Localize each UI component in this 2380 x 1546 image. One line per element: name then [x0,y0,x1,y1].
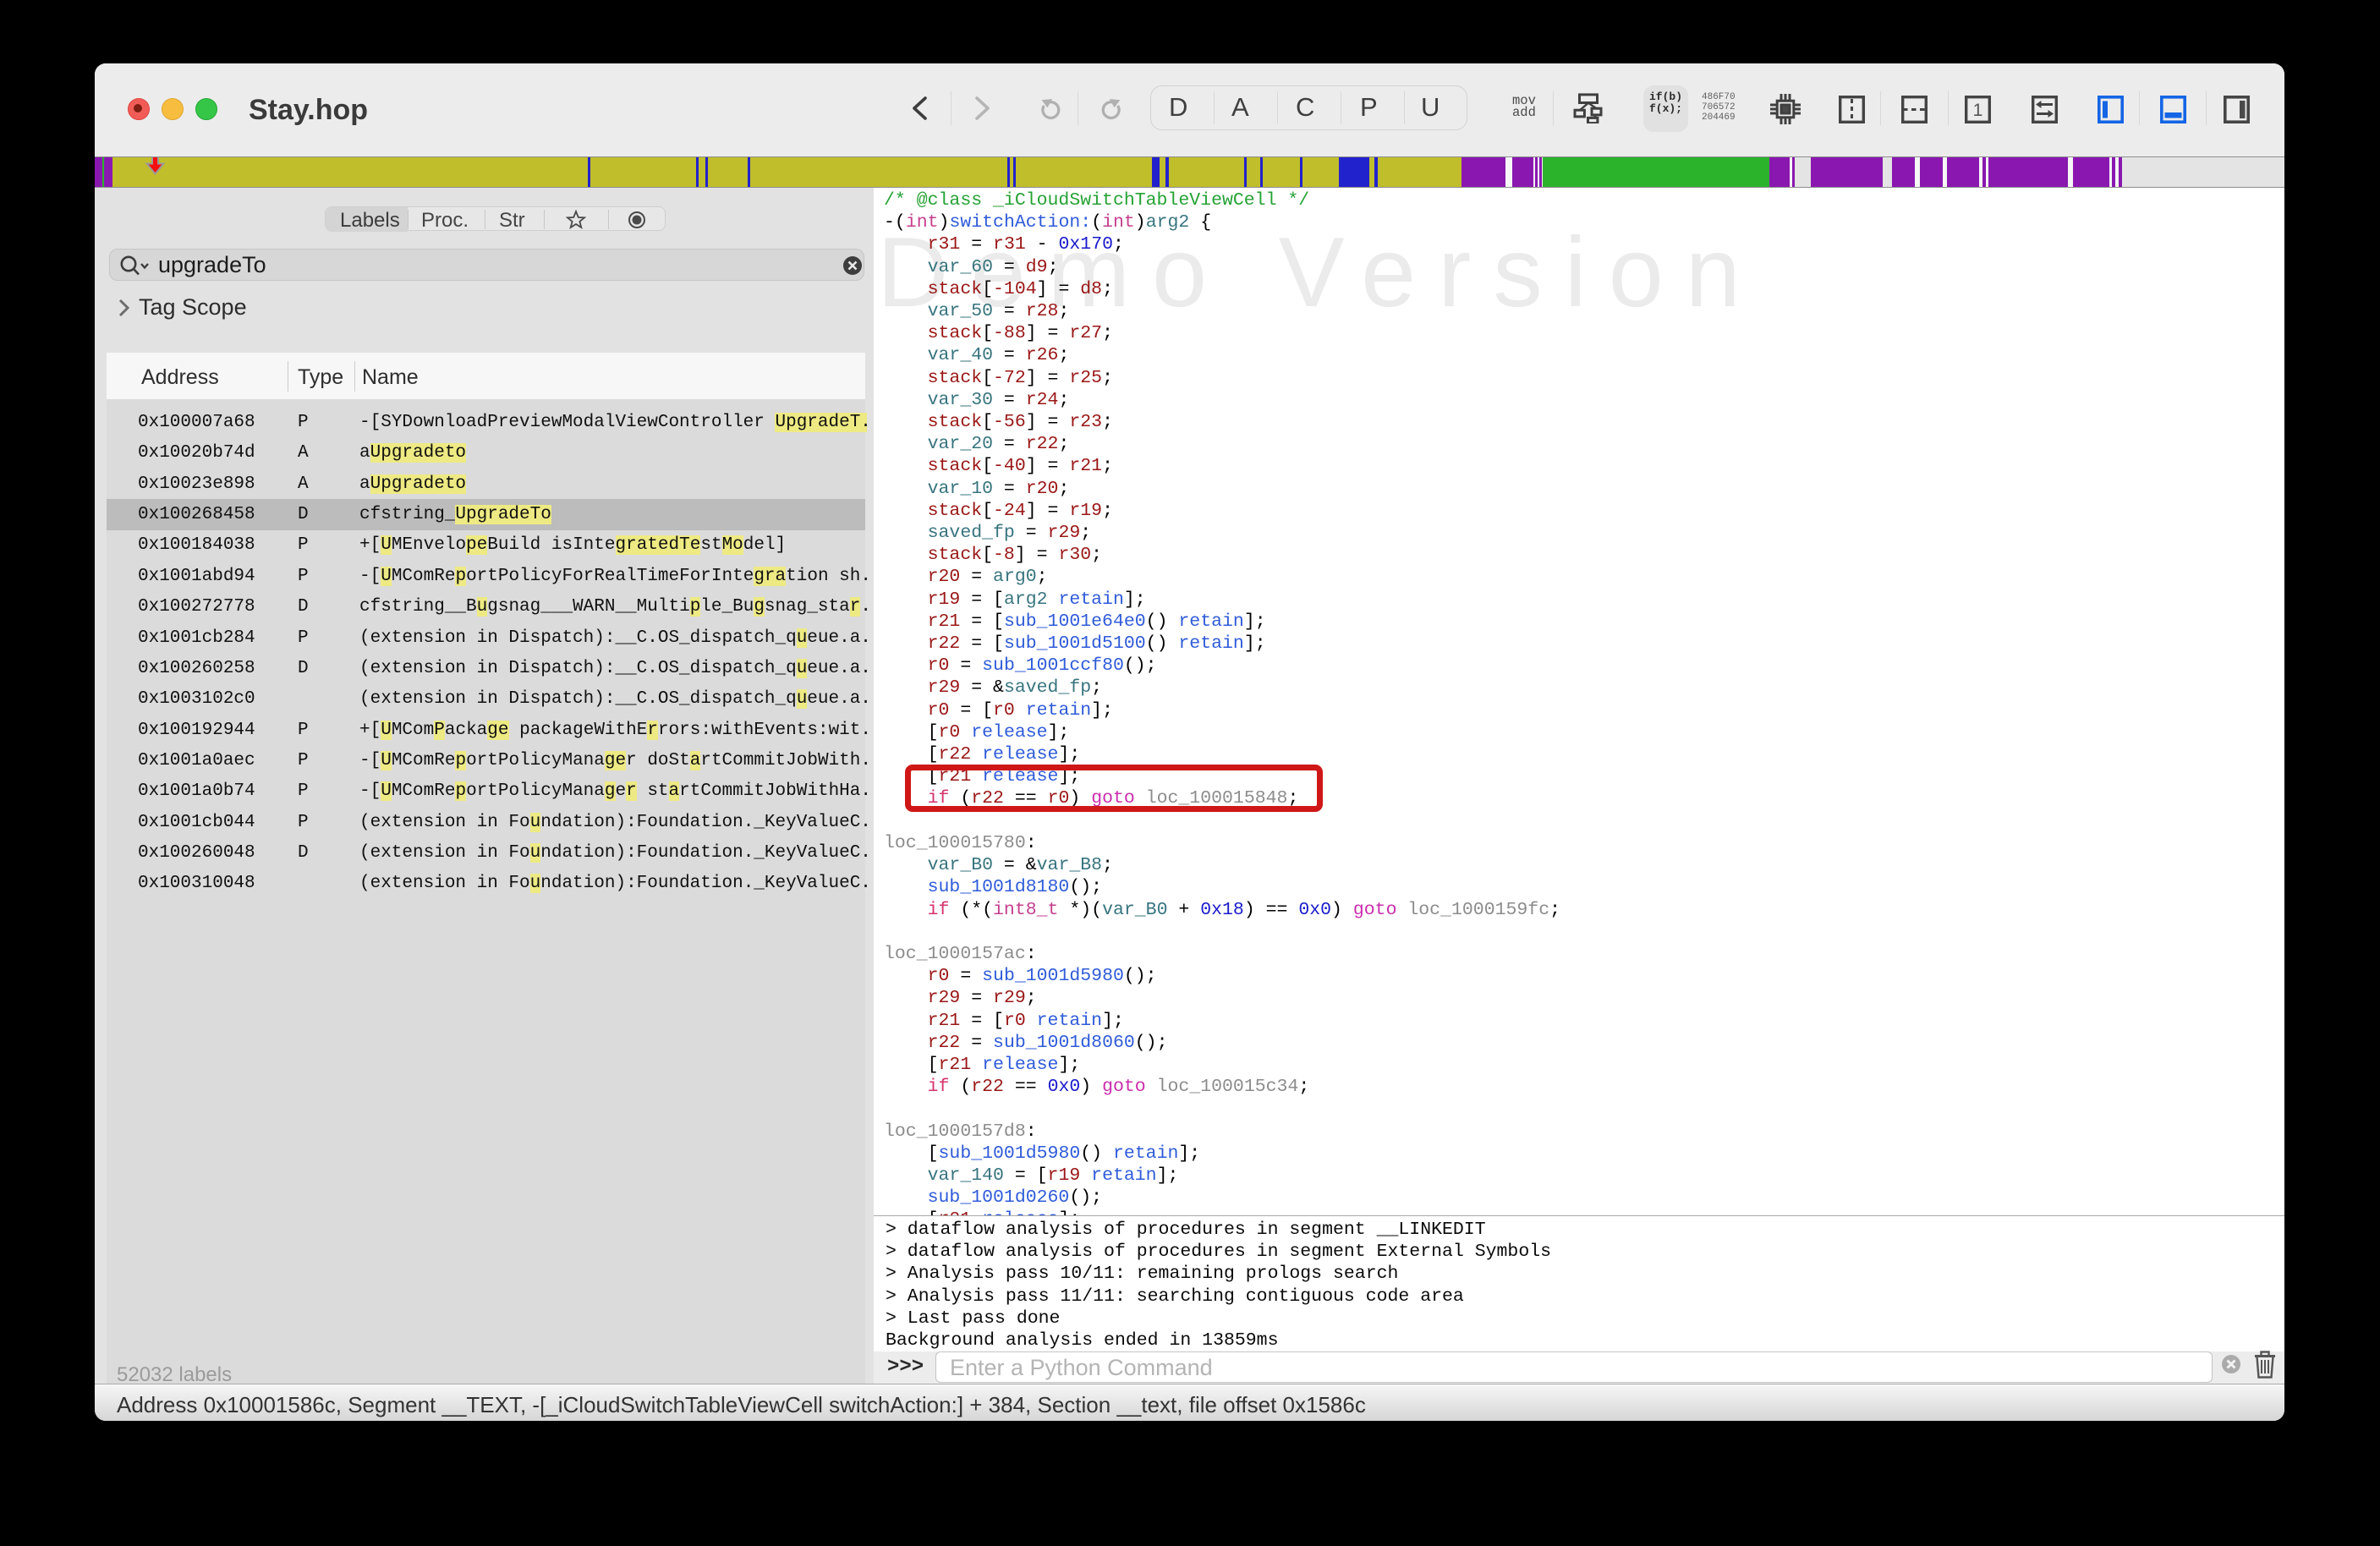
svg-text:1: 1 [1973,101,1983,120]
